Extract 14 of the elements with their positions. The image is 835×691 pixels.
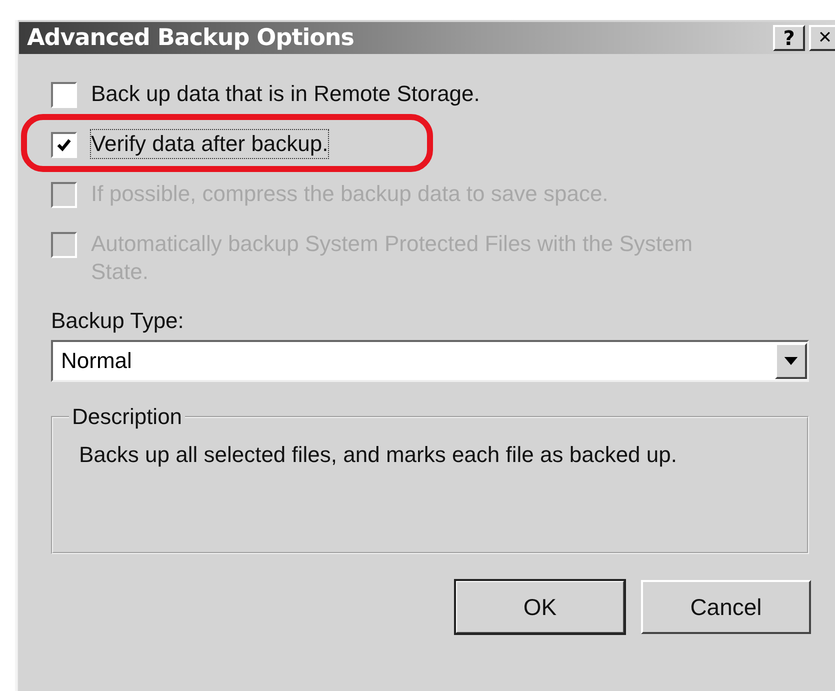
checkbox-label: Verify data after backup.: [91, 130, 328, 158]
checkmark-icon: [56, 137, 72, 153]
close-button[interactable]: ✕: [809, 25, 835, 51]
window-title: Advanced Backup Options: [27, 25, 354, 51]
checkbox[interactable]: [51, 82, 77, 108]
field-label: Backup Type:: [51, 308, 185, 334]
cancel-button[interactable]: Cancel: [641, 580, 811, 634]
group-title: Description: [71, 404, 184, 430]
description-text: Backs up all selected files, and marks each file as backed up.: [79, 442, 678, 468]
checkbox-label: Back up data that is in Remote Storage.: [91, 80, 480, 108]
backup-type-dropdown[interactable]: Normal: [51, 340, 809, 382]
checkbox[interactable]: [51, 132, 77, 158]
ok-button[interactable]: OK: [455, 580, 625, 634]
help-button[interactable]: ?: [773, 25, 805, 51]
